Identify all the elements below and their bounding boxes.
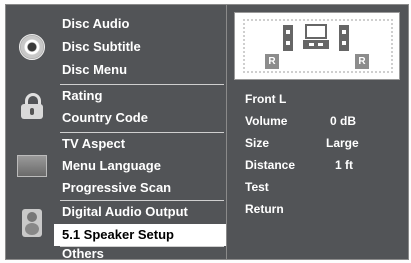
speaker-layout-diagram: R R bbox=[234, 12, 400, 80]
option-front-l-label[interactable]: Front L bbox=[245, 88, 286, 110]
menu-item-menu-language[interactable]: Menu Language bbox=[62, 155, 161, 177]
tv-icon bbox=[16, 150, 48, 182]
menu-item-disc-menu[interactable]: Disc Menu bbox=[62, 59, 127, 81]
rear-right-speaker-label: R bbox=[355, 54, 369, 69]
menu-item-digital-audio-output[interactable]: Digital Audio Output bbox=[62, 201, 188, 223]
option-distance-label[interactable]: Distance bbox=[245, 154, 295, 176]
setup-menu-panel: Disc Audio Disc Subtitle Disc Menu Ratin… bbox=[5, 4, 227, 262]
center-speaker-base-icon bbox=[303, 40, 329, 49]
option-distance-value[interactable]: 1 ft bbox=[335, 154, 353, 176]
menu-item-disc-audio[interactable]: Disc Audio bbox=[62, 13, 129, 35]
tv-group: TV Aspect Menu Language Progressive Scan bbox=[6, 133, 226, 201]
audio-group: Digital Audio Output 5.1 Speaker Setup bbox=[6, 201, 226, 246]
disc-icon bbox=[16, 31, 48, 63]
option-volume-value[interactable]: 0 dB bbox=[330, 110, 356, 132]
speaker-setup-panel: R R Front L Volume 0 dB Size Large Dista… bbox=[227, 4, 409, 260]
menu-item-others[interactable]: Others bbox=[62, 246, 104, 262]
menu-item-tv-aspect[interactable]: TV Aspect bbox=[62, 133, 125, 155]
front-right-speaker-icon bbox=[339, 25, 349, 51]
option-size-label[interactable]: Size bbox=[245, 132, 269, 154]
option-test-label[interactable]: Test bbox=[245, 176, 269, 198]
lock-icon bbox=[16, 90, 48, 122]
menu-item-progressive-scan[interactable]: Progressive Scan bbox=[62, 177, 171, 199]
center-speaker-icon bbox=[305, 24, 327, 39]
option-return-label[interactable]: Return bbox=[245, 198, 284, 220]
front-left-speaker-icon bbox=[283, 25, 293, 51]
menu-item-disc-subtitle[interactable]: Disc Subtitle bbox=[62, 36, 141, 58]
disc-group: Disc Audio Disc Subtitle Disc Menu bbox=[6, 11, 226, 83]
menu-item-country-code[interactable]: Country Code bbox=[62, 107, 148, 129]
option-volume-label[interactable]: Volume bbox=[245, 110, 287, 132]
option-size-value[interactable]: Large bbox=[326, 132, 359, 154]
others-group: Others bbox=[6, 246, 226, 262]
setup-screen: Disc Audio Disc Subtitle Disc Menu Ratin… bbox=[0, 0, 411, 263]
rear-left-speaker-label: R bbox=[265, 54, 279, 69]
rating-group: Rating Country Code bbox=[6, 85, 226, 131]
menu-item-rating[interactable]: Rating bbox=[62, 85, 102, 107]
speaker-icon bbox=[16, 207, 48, 239]
menu-item-speaker-setup[interactable]: 5.1 Speaker Setup bbox=[54, 224, 226, 246]
